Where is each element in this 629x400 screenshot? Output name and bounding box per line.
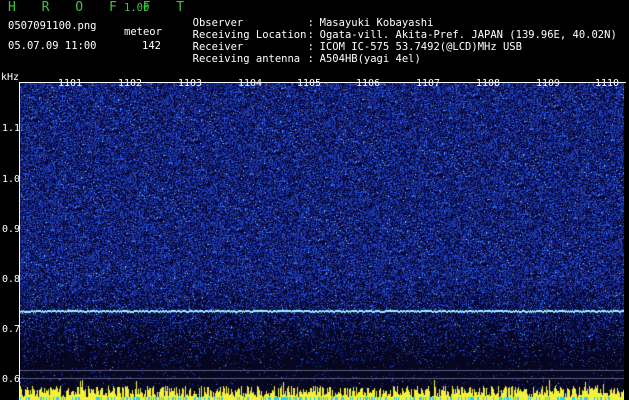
- file-name: 0507091100.png: [8, 20, 97, 32]
- x-tick-label: 1102: [118, 78, 143, 89]
- x-tick-label: 1105: [297, 78, 322, 89]
- x-tick-label: 1109: [536, 78, 561, 89]
- app-version: 1.00: [124, 2, 150, 14]
- meteor-count: 142: [142, 40, 161, 52]
- x-tick-label: 1108: [476, 78, 501, 89]
- info-row-antenna: Receiving antenna: A504HB(yagi 4el): [180, 40, 421, 66]
- y-tick-label: 0.7: [2, 324, 21, 335]
- y-axis-unit: kHz: [1, 72, 20, 83]
- x-tick-label: 1101: [58, 78, 83, 89]
- x-tick-label: 1107: [416, 78, 441, 89]
- spectrogram: [20, 82, 624, 400]
- y-tick-label: 1.1: [2, 123, 21, 134]
- info-value: A504HB(yagi 4el): [319, 53, 421, 65]
- x-tick-label: 1106: [356, 78, 381, 89]
- y-tick-label: 0.8: [2, 274, 21, 285]
- x-tick-label: 1103: [178, 78, 203, 89]
- meteor-label: meteor: [124, 26, 162, 38]
- info-key: Receiving antenna: [192, 53, 301, 65]
- y-tick-label: 0.9: [2, 224, 21, 235]
- app-title: H R O F F T: [8, 0, 194, 15]
- y-tick-label: 1.0: [2, 174, 21, 185]
- info-colon: :: [307, 53, 314, 65]
- date-time: 05.07.09 11:00: [8, 40, 97, 52]
- x-tick-label: 1104: [238, 78, 263, 89]
- y-tick-label: 0.6: [2, 374, 21, 385]
- x-tick-label: 1110: [595, 78, 620, 89]
